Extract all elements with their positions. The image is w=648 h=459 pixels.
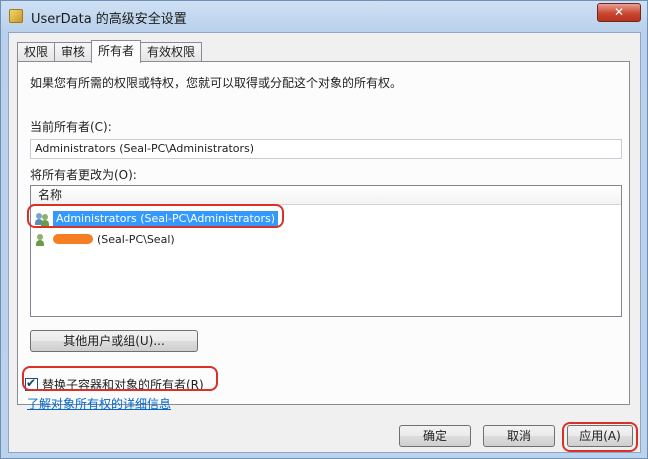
- annotation-highlight: [562, 422, 638, 452]
- ok-button[interactable]: 确定: [399, 425, 471, 447]
- current-owner-label: 当前所有者(C):: [30, 120, 112, 134]
- list-item-label: (Seal-PC\Seal): [97, 232, 175, 246]
- current-owner-field: Administrators (Seal-PC\Administrators): [30, 139, 622, 159]
- close-button[interactable]: ✕: [597, 3, 641, 22]
- annotation-highlight: [27, 204, 284, 228]
- redacted-username: [53, 234, 93, 244]
- other-users-button[interactable]: 其他用户或组(U)...: [30, 330, 198, 352]
- annotation-highlight: [22, 366, 218, 391]
- description-text: 如果您有所需的权限或特权，您就可以取得或分配这个对象的所有权。: [30, 76, 403, 90]
- title-bar[interactable]: UserData 的高级安全设置 ✕: [1, 1, 647, 32]
- tab-auditing[interactable]: 审核: [54, 42, 93, 63]
- owner-tab-panel: 如果您有所需的权限或特权，您就可以取得或分配这个对象的所有权。 当前所有者(C)…: [17, 61, 630, 405]
- tab-effective-permissions[interactable]: 有效权限: [140, 42, 203, 63]
- learn-more-link[interactable]: 了解对象所有权的详细信息: [27, 395, 171, 412]
- dialog-window: UserData 的高级安全设置 ✕ 权限 审核 所有者 有效权限 如果您有所需…: [0, 0, 648, 459]
- window-title: UserData 的高级安全设置: [31, 12, 187, 27]
- tab-permissions[interactable]: 权限: [17, 42, 56, 63]
- change-owner-label: 将所有者更改为(O):: [30, 168, 137, 182]
- list-header-name[interactable]: 名称: [31, 186, 621, 205]
- cancel-button[interactable]: 取消: [483, 425, 555, 447]
- tab-strip: 权限 审核 所有者 有效权限: [17, 40, 203, 63]
- tab-owner[interactable]: 所有者: [91, 40, 142, 63]
- folder-icon: [9, 9, 23, 23]
- user-icon: [35, 232, 51, 246]
- list-item-seal[interactable]: (Seal-PC\Seal): [35, 230, 175, 248]
